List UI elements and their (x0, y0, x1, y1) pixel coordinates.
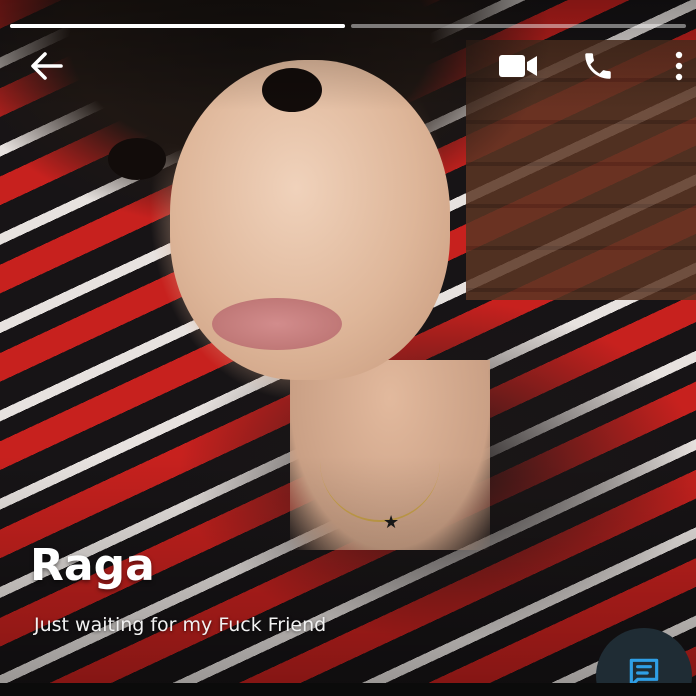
more-options-button[interactable] (664, 46, 694, 86)
back-button[interactable] (24, 48, 68, 84)
video-call-button[interactable] (496, 50, 540, 82)
progress-segment-1 (10, 24, 345, 28)
video-camera-icon (499, 55, 537, 77)
arrow-left-icon (31, 52, 63, 80)
photo-lips (212, 298, 342, 350)
system-nav-bar (0, 683, 696, 696)
more-vertical-icon (675, 51, 683, 81)
status-viewer: ★ Raga Just waiting for my Fuck Friend (0, 0, 696, 696)
voice-call-button[interactable] (578, 46, 618, 86)
status-text: Just waiting for my Fuck Friend (34, 614, 327, 636)
story-progress (10, 24, 686, 28)
phone-icon (585, 53, 611, 79)
progress-segment-2 (351, 24, 686, 28)
photo-eye-left (108, 138, 166, 180)
contact-name: Raga (30, 540, 155, 591)
